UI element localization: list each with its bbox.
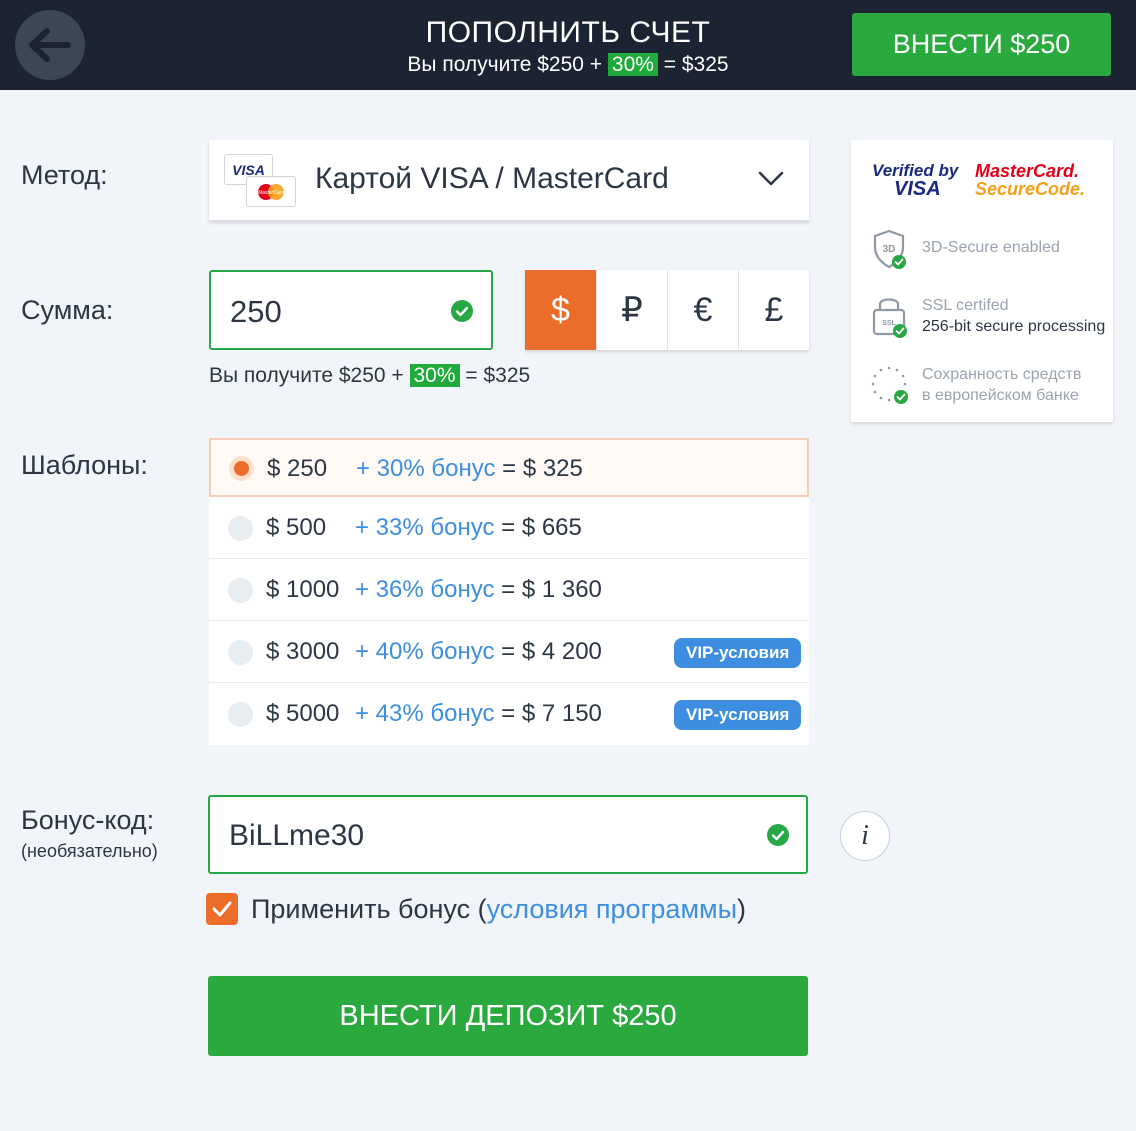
templates-label: Шаблоны: xyxy=(21,450,148,480)
method-label: Метод: xyxy=(21,160,108,190)
template-option[interactable]: $ 3000 + 40% бонус = $ 4 200 VIP-условия xyxy=(209,621,809,683)
currency-rub[interactable]: ₽ xyxy=(596,270,667,350)
payment-method-select[interactable]: VISA MasterCard Картой VISA / MasterCard xyxy=(209,140,809,221)
template-bonus: + 30% бонус = $ 325 xyxy=(356,455,583,483)
apply-bonus-close: ) xyxy=(736,894,746,924)
radio-button[interactable] xyxy=(228,516,253,541)
amount-bonus-percent: 30% xyxy=(409,364,460,387)
apply-bonus-checkbox[interactable] xyxy=(206,893,238,925)
template-amount: $ 500 xyxy=(266,514,327,541)
eu-stars-icon xyxy=(871,366,908,404)
template-total: = $ 325 xyxy=(495,455,583,482)
mastercard-card-logo: MasterCard xyxy=(246,176,296,207)
amount-input[interactable]: 250 xyxy=(209,270,493,350)
template-bonus-text: + 30% бонус xyxy=(356,455,496,482)
european-bank-text: в европейском банке xyxy=(922,387,1079,404)
svg-text:MasterCard: MasterCard xyxy=(258,190,284,196)
radio-button[interactable] xyxy=(228,702,253,727)
currency-selector: $ ₽ € £ xyxy=(525,270,809,350)
radio-button[interactable] xyxy=(228,578,253,603)
template-total: = $ 665 xyxy=(494,514,582,541)
checkmark-icon xyxy=(212,901,232,917)
template-bonus: + 36% бонус = $ 1 360 xyxy=(355,576,602,604)
template-bonus: + 43% бонус = $ 7 150 xyxy=(355,700,602,728)
template-amount: $ 5000 xyxy=(266,700,340,727)
mastercard-circles-icon: MasterCard xyxy=(258,184,284,200)
template-bonus-text: + 40% бонус xyxy=(355,638,495,665)
lock-ssl-icon: SSL xyxy=(872,298,907,338)
bonus-code-input[interactable]: BiLLme30 xyxy=(208,795,808,874)
template-bonus: + 40% бонус = $ 4 200 xyxy=(355,638,602,666)
amount-summary-suffix: = $325 xyxy=(459,364,531,387)
radio-button[interactable] xyxy=(228,640,253,665)
verified-by-visa-logo: Verified by VISA xyxy=(872,162,958,199)
templates-list: $ 250 + 30% бонус = $ 325 $ 500 + 33% бо… xyxy=(209,438,809,745)
template-amount: $ 1000 xyxy=(266,576,340,603)
mastercard-securecode-logo: MasterCard. SecureCode. xyxy=(975,162,1085,198)
vip-badge[interactable]: VIP-условия xyxy=(674,638,802,668)
eu-bank-text: Сохранность средств в европейском банке xyxy=(922,364,1081,406)
template-bonus-text: + 43% бонус xyxy=(355,700,495,727)
shield-3d-icon: 3D xyxy=(873,229,906,269)
amount-label: Сумма: xyxy=(21,295,114,325)
template-option[interactable]: $ 5000 + 43% бонус = $ 7 150 VIP-условия xyxy=(209,683,809,745)
currency-gbp[interactable]: £ xyxy=(738,270,809,350)
header-summary-suffix: = $325 xyxy=(657,53,729,76)
template-total: = $ 4 200 xyxy=(494,638,602,665)
chevron-down-icon xyxy=(758,171,784,186)
selected-method: Картой VISA / MasterCard xyxy=(315,162,669,195)
amount-summary: Вы получите $250 + 30% = $325 xyxy=(209,364,530,388)
template-bonus: + 33% бонус = $ 665 xyxy=(355,514,582,542)
top-bar: ПОПОЛНИТЬ СЧЕТ Вы получите $250 + 30% = … xyxy=(0,0,1136,90)
3d-secure-text: 3D-Secure enabled xyxy=(922,239,1060,256)
template-amount: $ 3000 xyxy=(266,638,340,665)
template-option[interactable]: $ 250 + 30% бонус = $ 325 xyxy=(209,438,809,497)
template-bonus-text: + 36% бонус xyxy=(355,576,495,603)
funds-safety-text: Сохранность средств xyxy=(922,366,1082,383)
header-summary-prefix: Вы получите $250 + xyxy=(407,53,608,76)
ssl-certified-text: SSL certifed xyxy=(922,297,1009,314)
svg-text:3D: 3D xyxy=(883,244,896,255)
radio-button-selected[interactable] xyxy=(229,456,254,481)
currency-usd[interactable]: $ xyxy=(525,270,596,350)
svg-text:SSL: SSL xyxy=(882,320,896,327)
template-option[interactable]: $ 500 + 33% бонус = $ 665 xyxy=(209,497,809,559)
template-total: = $ 7 150 xyxy=(494,700,602,727)
apply-bonus-label: Применить бонус (условия программы) xyxy=(251,894,746,925)
vip-badge[interactable]: VIP-условия xyxy=(674,700,802,730)
verified-by-text: Verified by xyxy=(872,161,959,180)
check-circle-icon xyxy=(451,300,473,322)
header-bonus-percent: 30% xyxy=(607,53,658,76)
ssl-text: SSL certifed 256-bit secure processing xyxy=(922,295,1105,337)
visa-text: VISA xyxy=(894,178,941,200)
info-icon[interactable]: i xyxy=(840,811,890,861)
template-bonus-text: + 33% бонус xyxy=(355,514,495,541)
header-deposit-button[interactable]: ВНЕСТИ $250 xyxy=(852,13,1111,76)
program-terms-link[interactable]: условия программы xyxy=(487,894,737,924)
bonus-code-label: Бонус-код: xyxy=(21,805,155,835)
template-total: = $ 1 360 xyxy=(494,576,602,603)
template-amount: $ 250 xyxy=(267,455,328,482)
security-panel: Verified by VISA MasterCard. SecureCode.… xyxy=(851,140,1113,422)
ssl-processing-text: 256-bit secure processing xyxy=(922,318,1106,335)
amount-summary-prefix: Вы получите $250 + xyxy=(209,364,410,387)
check-circle-icon xyxy=(767,824,789,846)
bonus-code-optional-label: (необязательно) xyxy=(21,841,158,861)
apply-bonus-text: Применить бонус ( xyxy=(251,894,487,924)
amount-value: 250 xyxy=(230,294,282,329)
template-option[interactable]: $ 1000 + 36% бонус = $ 1 360 xyxy=(209,559,809,621)
deposit-button[interactable]: ВНЕСТИ ДЕПОЗИТ $250 xyxy=(208,976,808,1056)
bonus-code-value: BiLLme30 xyxy=(229,819,365,852)
currency-eur[interactable]: € xyxy=(667,270,738,350)
securecode-text: SecureCode. xyxy=(975,179,1086,199)
mastercard-text: MasterCard. xyxy=(975,161,1080,181)
